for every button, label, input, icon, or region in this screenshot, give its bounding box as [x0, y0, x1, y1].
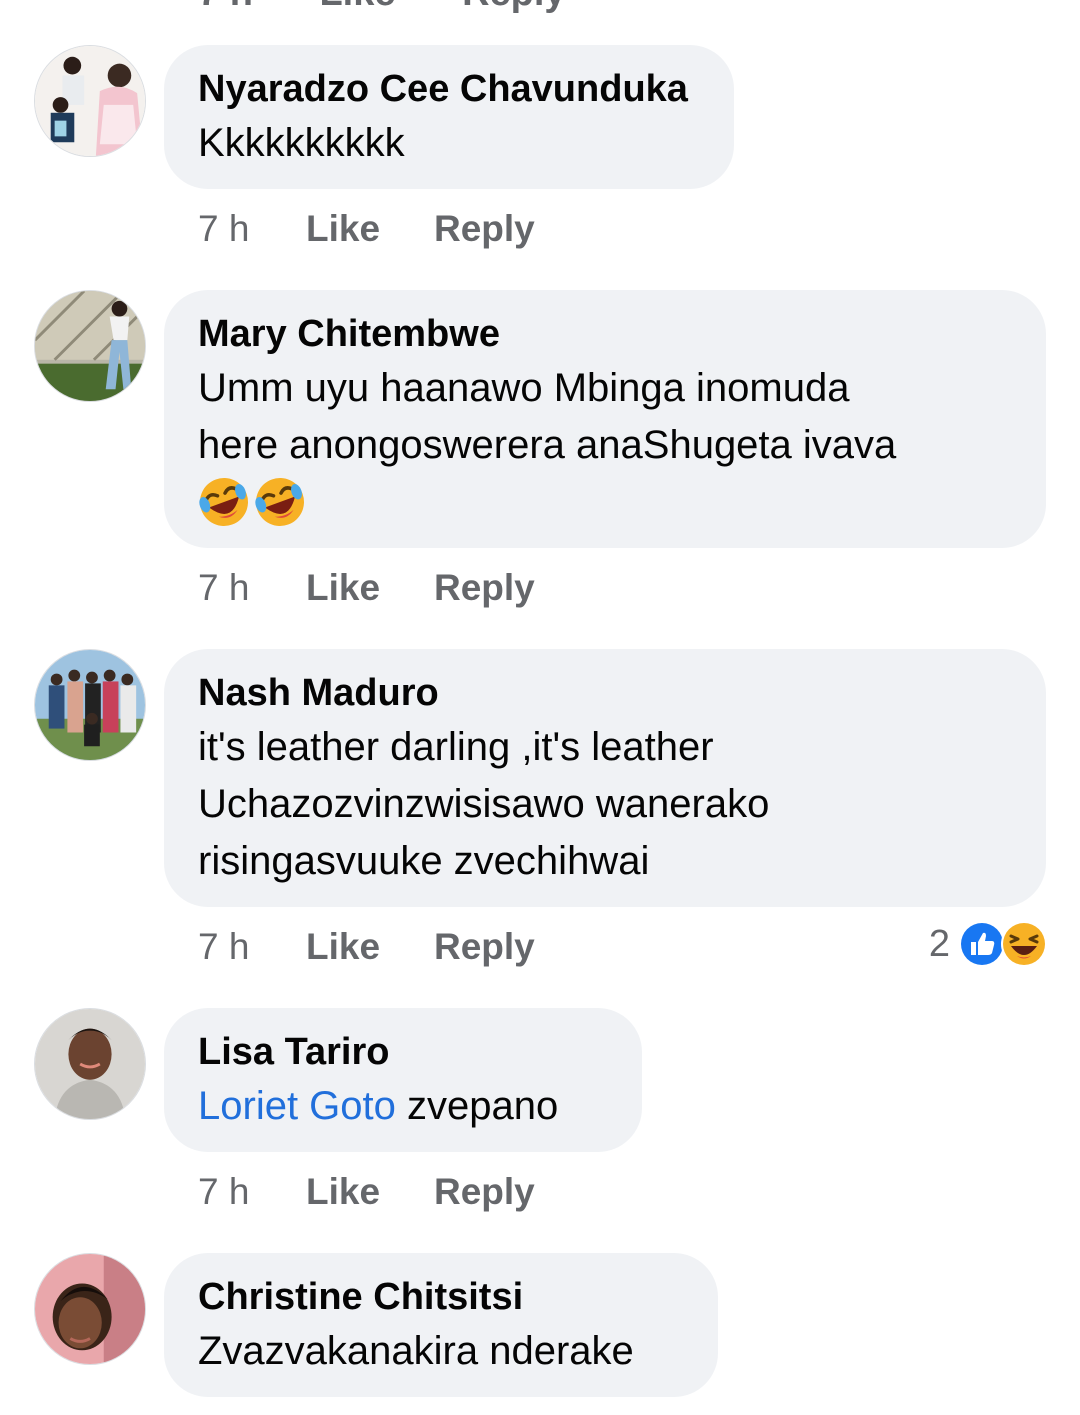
like-link[interactable]: Like — [319, 0, 395, 14]
comment-author[interactable]: Nyaradzo Cee Chavunduka — [198, 63, 700, 115]
comment-author[interactable]: Lisa Tariro — [198, 1026, 608, 1078]
comment-time: 7 h — [198, 1171, 250, 1212]
reaction-count: 2 — [928, 922, 950, 965]
comment-text: Loriet Goto zvepano — [198, 1078, 608, 1135]
comment-line: Zvazvakanakira nderake — [198, 1329, 634, 1373]
comment-time: 7 h — [198, 0, 253, 14]
comment-line: here anongoswerera anaShugeta ivava — [198, 423, 897, 467]
reply-link[interactable]: Reply — [434, 926, 535, 968]
like-link[interactable]: Like — [306, 208, 434, 250]
comment-line: Umm uyu haanawo Mbinga inomuda — [198, 366, 850, 410]
comment-bubble: Christine Chitsitsi Zvazvakanakira ndera… — [164, 1253, 718, 1397]
reply-link[interactable]: Reply — [434, 567, 535, 609]
reply-link[interactable]: Reply — [434, 208, 535, 250]
comment-text: Zvazvakanakira nderake — [198, 1323, 684, 1380]
comment-actions: 7 h Like Reply — [198, 208, 535, 250]
comment-time: 7 h — [198, 567, 250, 608]
comment-line: it's leather darling ,it's leather — [198, 725, 714, 769]
comment-line: Uchazozvinzwisisawo wanerako — [198, 782, 770, 826]
comment-text: it's leather darling ,it's leather Uchaz… — [198, 719, 1012, 890]
comment-bubble: Nyaradzo Cee Chavunduka Kkkkkkkkkk — [164, 45, 734, 189]
like-link[interactable]: Like — [306, 567, 434, 609]
haha-reaction-icon — [1001, 921, 1047, 967]
rolling-on-floor-laughing-icon — [255, 478, 304, 526]
comment-text-rest: zvepano — [395, 1084, 559, 1128]
comment-author[interactable]: Mary Chitembwe — [198, 308, 1012, 360]
comment-bubble: Lisa Tariro Loriet Goto zvepano — [164, 1008, 642, 1152]
mentioned-user-link[interactable]: Loriet Goto — [198, 1084, 396, 1128]
comment-bubble: Mary Chitembwe Umm uyu haanawo Mbinga in… — [164, 290, 1046, 548]
comment-line: risingasvuuke zvechihwai — [198, 839, 650, 883]
comment-actions: 7 h Like Reply — [198, 926, 535, 968]
avatar[interactable] — [34, 1253, 146, 1365]
reply-link[interactable]: Reply — [462, 0, 565, 14]
like-link[interactable]: Like — [306, 1171, 434, 1213]
reply-link[interactable]: Reply — [434, 1171, 535, 1213]
avatar[interactable] — [34, 290, 146, 402]
emoji-row — [198, 476, 1012, 536]
comment-text: Kkkkkkkkkk — [198, 115, 700, 172]
avatar[interactable] — [34, 45, 146, 157]
comment-author[interactable]: Nash Maduro — [198, 667, 1012, 719]
like-link[interactable]: Like — [306, 926, 434, 968]
comment-time: 7 h — [198, 208, 250, 249]
comment-bubble: Nash Maduro it's leather darling ,it's l… — [164, 649, 1046, 907]
previous-comment-actions: 7 h Like Reply — [198, 0, 622, 15]
avatar[interactable] — [34, 649, 146, 761]
comment-author[interactable]: Christine Chitsitsi — [198, 1271, 684, 1323]
avatar[interactable] — [34, 1008, 146, 1120]
rolling-on-floor-laughing-icon — [199, 478, 248, 526]
comment-actions: 7 h Like Reply — [198, 1171, 535, 1213]
comment-line: Kkkkkkkkkk — [198, 121, 405, 165]
comment-text: Umm uyu haanawo Mbinga inomuda here anon… — [198, 360, 1012, 474]
like-reaction-icon — [959, 921, 1005, 967]
comment-time: 7 h — [198, 926, 250, 967]
reaction-summary[interactable]: 2 — [929, 920, 1048, 968]
comment-actions: 7 h Like Reply — [198, 567, 535, 609]
